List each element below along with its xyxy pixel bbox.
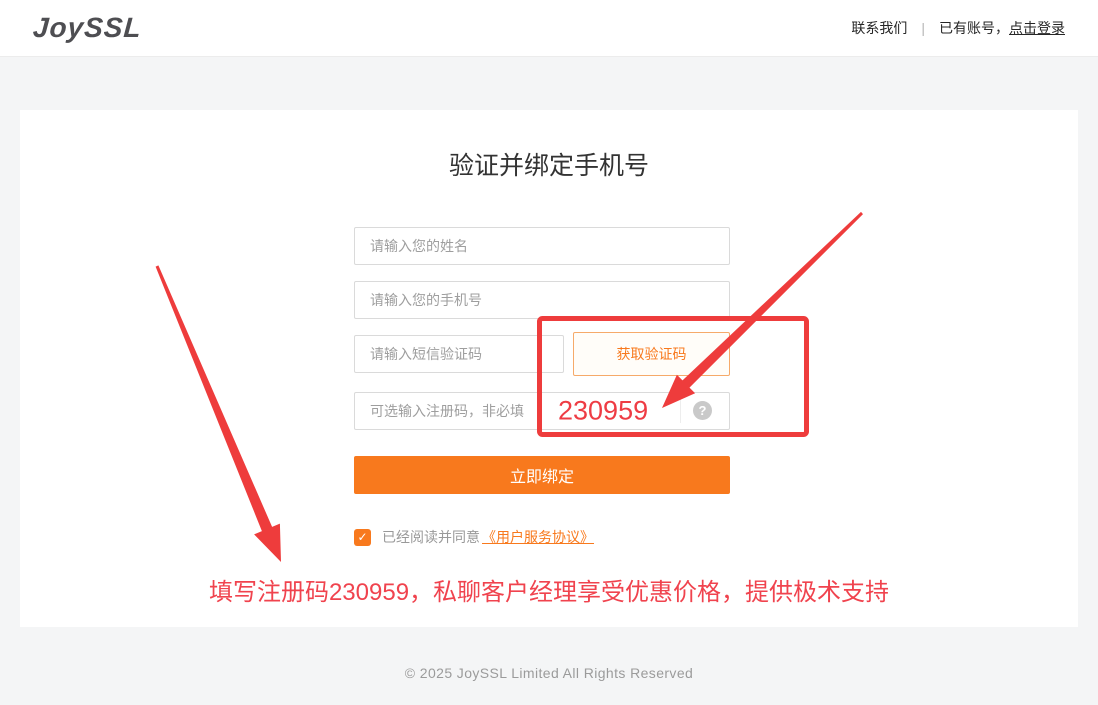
page-title: 验证并绑定手机号 <box>448 152 649 180</box>
copyright: © 2025 JoySSL Limited All Rights Reserve… <box>404 665 694 681</box>
agree-text: 已经阅读并同意 <box>382 529 480 545</box>
site-header: JoySSL 联系我们 | 已有账号， 点击登录 <box>0 0 1098 57</box>
help-icon[interactable]: ? <box>693 401 712 420</box>
input-suffix-divider <box>680 399 681 423</box>
joyssl-logo[interactable]: JoySSL <box>32 12 143 44</box>
sms-code-input[interactable] <box>354 335 564 373</box>
regcode-row: 230959 ? <box>354 392 730 430</box>
header-divider: | <box>921 20 925 36</box>
promo-annotation: 填写注册码230959，私聊客户经理享受优惠价格，提供极术支持 <box>208 579 890 606</box>
phone-row <box>354 281 730 319</box>
get-code-button[interactable]: 获取验证码 <box>573 332 730 376</box>
login-link[interactable]: 点击登录 <box>1009 18 1065 38</box>
bind-now-button[interactable]: 立即绑定 <box>354 456 730 494</box>
bind-phone-form: 获取验证码 230959 ? 立即绑定 ✓ 已经阅读并同意 《用户服务协议》 <box>354 227 730 547</box>
phone-input[interactable] <box>354 281 730 319</box>
agreement-link[interactable]: 《用户服务协议》 <box>482 527 594 547</box>
have-account-text: 已有账号， <box>939 20 1009 36</box>
reg-code-annotation: 230959 <box>558 395 649 426</box>
checkmark-icon: ✓ <box>357 530 368 544</box>
name-input[interactable] <box>354 227 730 265</box>
contact-us-link[interactable]: 联系我们 <box>851 18 907 38</box>
agreement-row: ✓ 已经阅读并同意 《用户服务协议》 <box>354 527 730 547</box>
sms-row: 获取验证码 <box>354 332 730 376</box>
header-links: 联系我们 | 已有账号， 点击登录 <box>851 18 1065 38</box>
name-row <box>354 227 730 265</box>
bind-phone-card: 验证并绑定手机号 获取验证码 230959 ? 立即绑定 ✓ 已经阅读并同意 <box>20 110 1078 627</box>
agree-checkbox[interactable]: ✓ <box>354 528 371 546</box>
bind-phone-page: JoySSL 联系我们 | 已有账号， 点击登录 验证并绑定手机号 获取验证码 … <box>0 0 1098 705</box>
reg-code-input[interactable] <box>354 392 730 430</box>
